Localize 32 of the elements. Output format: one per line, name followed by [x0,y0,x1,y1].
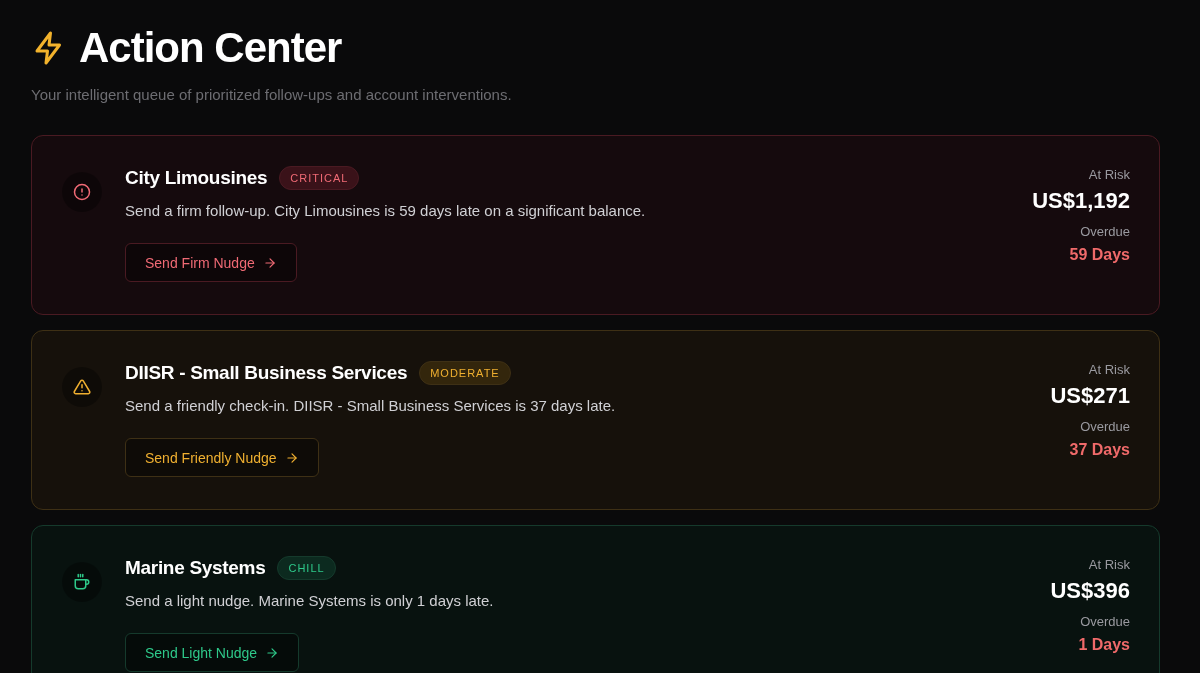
at-risk-amount: US$1,192 [1032,188,1130,214]
page-title: Action Center [79,24,342,72]
arrow-right-icon [262,255,277,270]
action-message: Send a friendly check-in. DIISR - Small Business Services is 37 days late. [125,397,616,414]
alert-circle-icon [73,183,91,201]
arrow-right-icon [284,450,299,465]
overdue-days: 37 Days [1069,441,1130,459]
account-name: Marine Systems [125,557,266,579]
nudge-button[interactable]: Send Light Nudge [125,633,300,672]
overdue-label: Overdue [1080,419,1130,434]
severity-tag: CHILL [277,556,336,580]
arrow-right-icon [265,645,280,660]
severity-tag: MODERATE [419,361,511,385]
overdue-label: Overdue [1080,224,1130,239]
coffee-cup-icon [73,573,91,591]
overdue-days: 1 Days [1078,636,1130,654]
at-risk-label: At Risk [1088,167,1130,182]
overdue-days: 59 Days [1069,246,1130,264]
severity-tag: CRITICAL [279,166,360,190]
at-risk-amount: US$271 [1050,383,1130,409]
warning-triangle-icon [73,378,91,396]
at-risk-label: At Risk [1088,557,1130,572]
action-message: Send a firm follow-up. City Limousines is 59 days late on a significant balance. [125,202,646,219]
account-name: City Limousines [125,167,268,189]
at-risk-amount: US$396 [1050,578,1130,604]
action-message: Send a light nudge. Marine Systems is only 1 days late. [125,592,494,609]
page-subtitle: Your intelligent queue of prioritized follow-ups and account interventions. [31,86,512,103]
account-name: DIISR - Small Business Services [125,362,408,384]
nudge-button[interactable]: Send Firm Nudge [125,243,297,282]
nudge-button[interactable]: Send Friendly Nudge [125,438,319,477]
overdue-label: Overdue [1080,614,1130,629]
at-risk-label: At Risk [1088,362,1130,377]
